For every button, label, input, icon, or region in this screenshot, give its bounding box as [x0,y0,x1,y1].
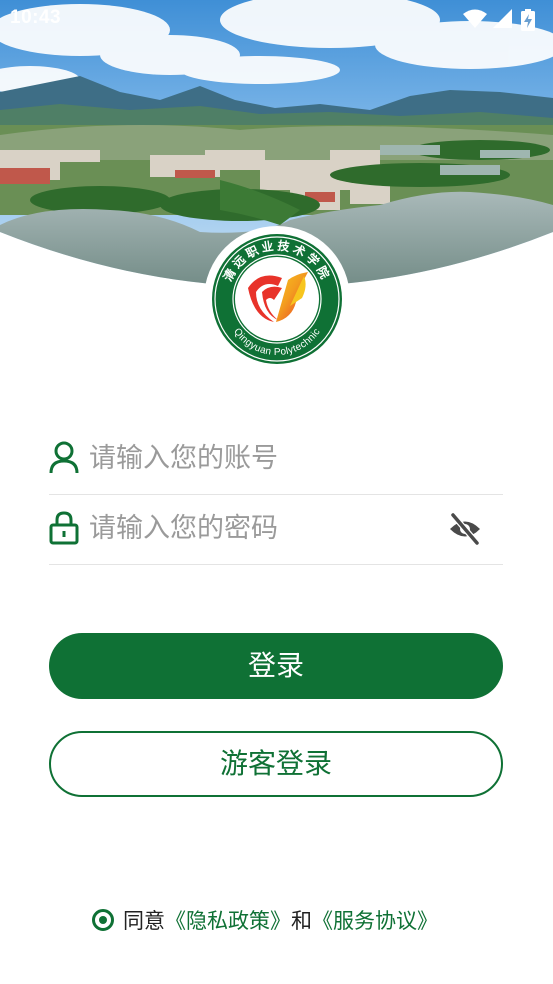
status-time: 10:43 [10,7,62,28]
agreement-radio[interactable] [92,909,114,931]
password-field [49,494,503,565]
agreement-prefix: 同意 [123,909,165,933]
user-icon [49,441,79,475]
agreement-row: 同意《隐私政策》和《服务协议》 [92,905,438,937]
password-input[interactable] [89,508,439,548]
cellular-signal-icon [493,9,513,33]
privacy-policy-link[interactable]: 《隐私政策》 [165,909,291,933]
account-input[interactable] [89,438,439,478]
battery-charging-icon [521,9,535,35]
guest-login-button[interactable]: 游客登录 [49,731,503,797]
status-icons [463,9,543,31]
service-agreement-link[interactable]: 《服务协议》 [312,909,438,933]
lock-icon [49,511,79,545]
agreement-conjunction: 和 [291,909,312,933]
login-button[interactable]: 登录 [49,633,503,699]
wifi-icon [463,9,487,33]
status-bar: 10:43 [0,0,553,38]
school-logo: 清远职业技术学院 Qingyuan Polytechnic [204,226,350,372]
account-field [49,424,503,495]
eye-off-icon[interactable] [447,512,483,546]
